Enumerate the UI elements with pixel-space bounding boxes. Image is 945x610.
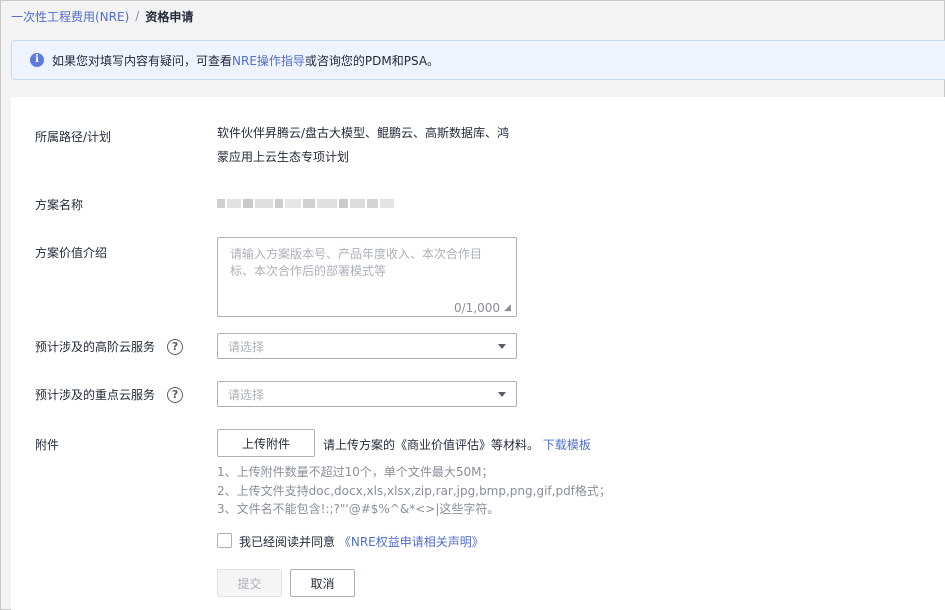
banner-text-before: 如果您对填写内容有疑问，可查看 — [52, 53, 233, 68]
info-icon: i — [30, 53, 44, 67]
key-services-label-text: 预计涉及的重点云服务 — [35, 388, 156, 402]
breadcrumb-separator: / — [135, 9, 140, 23]
attachment-label: 附件 — [35, 438, 60, 452]
upload-attachment-button[interactable]: 上传附件 — [217, 429, 315, 457]
help-icon[interactable]: ? — [167, 338, 184, 355]
cancel-button[interactable]: 取消 — [290, 569, 355, 597]
agreement-statement-link[interactable]: 《NRE权益申请相关声明》 — [339, 535, 484, 549]
advanced-services-label: 预计涉及的高阶云服务 ? — [35, 338, 184, 355]
resize-handle-icon[interactable]: ◢ — [504, 303, 511, 313]
plan-name-label: 方案名称 — [35, 198, 84, 212]
route-label: 所属路径/计划 — [35, 130, 112, 144]
upload-rule-2: 2、上传文件支持doc,docx,xls,xlsx,zip,rar,jpg,bm… — [217, 483, 611, 498]
route-value-line2: 蒙应用上云生态专项计划 — [217, 150, 350, 164]
advanced-services-select[interactable]: 请选择 — [217, 333, 517, 359]
advanced-services-placeholder: 请选择 — [228, 339, 265, 354]
agreement-text: 我已经阅读并同意 《NRE权益申请相关声明》 — [239, 533, 484, 550]
breadcrumb-parent-link[interactable]: 一次性工程费用(NRE) — [11, 8, 129, 25]
value-intro-counter: 0/1,000 — [454, 301, 501, 315]
application-form: 所属路径/计划 软件伙伴昇腾云/盘古大模型、鲲鹏云、高斯数据库、鸿 蒙应用上云生… — [11, 97, 945, 610]
banner-text-after: 或咨询您的PDM和PSA。 — [304, 53, 440, 68]
breadcrumb-current: 资格申请 — [145, 9, 194, 24]
route-value-line1: 软件伙伴昇腾云/盘古大模型、鲲鹏云、高斯数据库、鸿 — [217, 126, 510, 140]
agreement-text-label: 我已经阅读并同意 — [239, 535, 336, 549]
info-banner: i 如果您对填写内容有疑问，可查看 NRE操作指导 或咨询您的PDM和PSA。 — [11, 40, 945, 80]
advanced-services-label-text: 预计涉及的高阶云服务 — [35, 340, 156, 354]
upload-hint-text: 请上传方案的《商业价值评估》等材料。 — [323, 438, 540, 452]
key-services-placeholder: 请选择 — [228, 387, 265, 402]
upload-rule-3: 3、文件名不能包含!:;?"'@#$%^&*<>|这些字符。 — [217, 502, 500, 516]
download-template-link[interactable]: 下载模板 — [543, 438, 591, 452]
breadcrumb: 一次性工程费用(NRE) / 资格申请 — [11, 7, 193, 25]
help-icon[interactable]: ? — [167, 386, 184, 403]
key-services-label: 预计涉及的重点云服务 ? — [35, 386, 184, 403]
key-services-select[interactable]: 请选择 — [217, 381, 517, 407]
value-intro-label: 方案价值介绍 — [35, 246, 108, 260]
route-value: 软件伙伴昇腾云/盘古大模型、鲲鹏云、高斯数据库、鸿 蒙应用上云生态专项计划 — [217, 121, 517, 169]
caret-down-icon — [498, 344, 506, 349]
upload-hint: 请上传方案的《商业价值评估》等材料。 下载模板 — [323, 436, 591, 453]
nre-guide-link[interactable]: NRE操作指导 — [232, 52, 305, 69]
agreement-checkbox[interactable] — [217, 533, 232, 548]
upload-rules: 1、上传附件数量不超过10个，单个文件最大50M； 2、上传文件支持doc,do… — [217, 463, 611, 519]
upload-rule-1: 1、上传附件数量不超过10个，单个文件最大50M； — [217, 465, 494, 479]
page-frame: 一次性工程费用(NRE) / 资格申请 i 如果您对填写内容有疑问，可查看 NR… — [0, 0, 945, 610]
caret-down-icon — [498, 392, 506, 397]
submit-button[interactable]: 提交 — [217, 569, 282, 597]
plan-name-masked-value — [217, 198, 397, 208]
